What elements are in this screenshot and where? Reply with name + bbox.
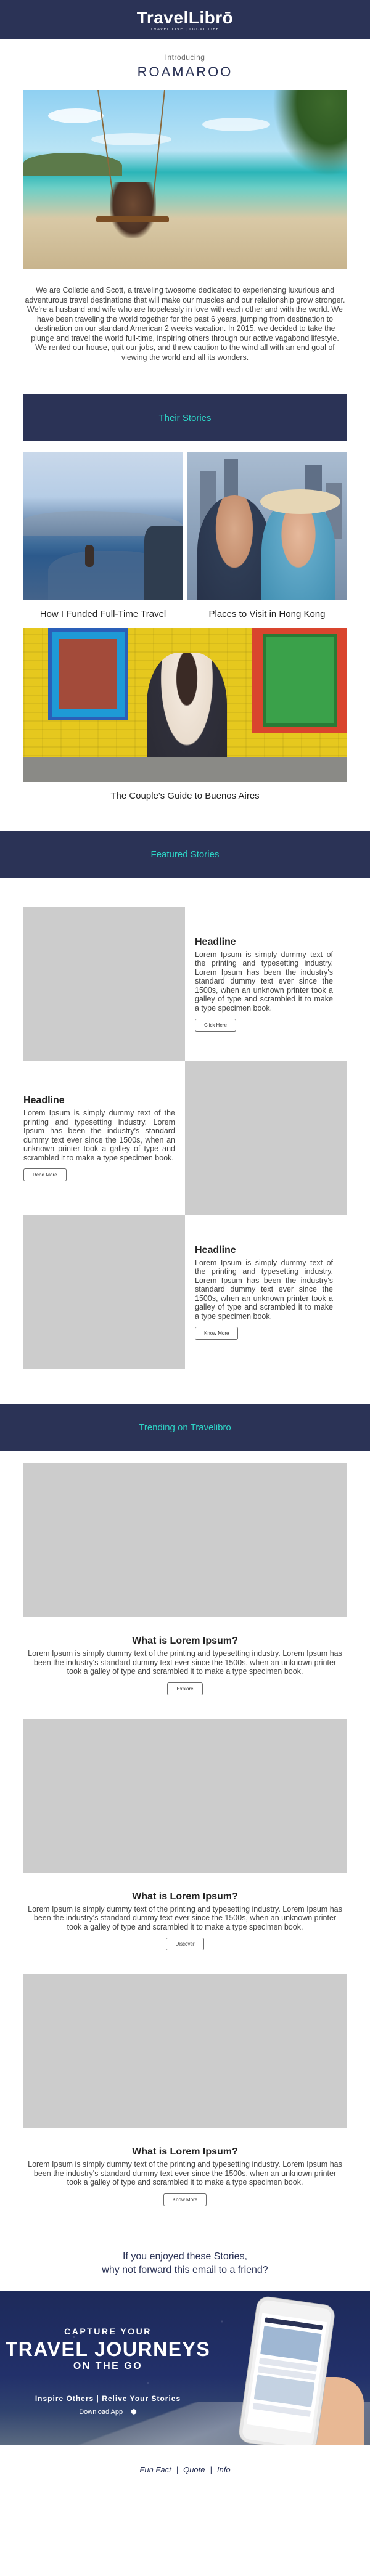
story-title[interactable]: How I Funded Full-Time Travel [23, 600, 183, 619]
header-bar: TravelLibrō TRAVEL LIVE | LOCAL LIFE [0, 0, 370, 39]
trending-title: What is Lorem Ipsum? [132, 2146, 238, 2157]
trending-heading: Trending on Travelibro [139, 1422, 231, 1433]
footer-separator: | [210, 2465, 212, 2474]
story-card[interactable]: How I Funded Full-Time Travel [23, 452, 183, 619]
promo-line-4: Inspire Others | Relive Your Stories [35, 2394, 181, 2403]
featured-image-placeholder[interactable] [23, 1215, 185, 1369]
story-image[interactable] [23, 628, 347, 782]
featured-stories-heading: Featured Stories [150, 849, 220, 860]
fun-fact-link[interactable]: Fun Fact [139, 2465, 171, 2474]
hero-image [23, 90, 347, 269]
footer-links: Fun Fact | Quote | Info [0, 2445, 370, 2495]
featured-image-placeholder[interactable] [23, 907, 185, 1061]
trending-title: What is Lorem Ipsum? [132, 1636, 238, 1646]
featured-body: Lorem Ipsum is simply dummy text of the … [195, 1258, 333, 1321]
share-line-1: If you enjoyed these Stories, [123, 2251, 247, 2262]
featured-stories-banner: Featured Stories [0, 831, 370, 878]
story-title[interactable]: The Couple's Guide to Buenos Aires [23, 782, 347, 801]
featured-headline: Headline [23, 1095, 65, 1106]
intro-label: Introducing [165, 53, 205, 62]
trending-body: Lorem Ipsum is simply dummy text of the … [28, 1649, 342, 1676]
story-image[interactable] [187, 452, 347, 600]
their-stories-grid: How I Funded Full-Time Travel Places to … [23, 452, 347, 801]
info-link[interactable]: Info [217, 2465, 231, 2474]
bio-text: We are Collette and Scott, a traveling t… [25, 286, 345, 362]
share-line-2: why not forward this email to a friend? [102, 2264, 268, 2275]
featured-row: Headline Lorem Ipsum is simply dummy tex… [23, 1061, 347, 1215]
quote-link[interactable]: Quote [183, 2465, 205, 2474]
trending-image-placeholder[interactable] [23, 1718, 347, 1873]
promo-line-1: CAPTURE YOUR [64, 2326, 152, 2336]
click-here-button[interactable]: Click Here [195, 1019, 236, 1032]
promo-line-2: TRAVEL JOURNEYS [5, 2338, 211, 2360]
featured-row: Headline Lorem Ipsum is simply dummy tex… [23, 907, 347, 1061]
logo-wordmark: TravelLibrō [136, 7, 234, 27]
trending-item: What is Lorem Ipsum? Lorem Ipsum is simp… [23, 1463, 347, 1695]
download-app-row[interactable]: Download App ⬢ [0, 2408, 216, 2416]
android-icon[interactable]: ⬢ [131, 2408, 137, 2416]
trending-item: What is Lorem Ipsum? Lorem Ipsum is simp… [23, 1718, 347, 1950]
intro-name: ROAMAROO [137, 64, 233, 79]
featured-body: Lorem Ipsum is simply dummy text of the … [195, 950, 333, 1013]
trending-item: What is Lorem Ipsum? Lorem Ipsum is simp… [23, 1974, 347, 2206]
featured-row: Headline Lorem Ipsum is simply dummy tex… [23, 1215, 347, 1369]
intro-section: Introducing ROAMAROO [0, 39, 370, 80]
know-more-button[interactable]: Know More [195, 1327, 239, 1340]
trending-image-placeholder[interactable] [23, 1463, 347, 1617]
brand-logo[interactable]: TravelLibrō TRAVEL LIVE | LOCAL LIFE [136, 7, 234, 31]
featured-body: Lorem Ipsum is simply dummy text of the … [23, 1109, 175, 1162]
featured-headline: Headline [195, 936, 236, 947]
story-card[interactable]: The Couple's Guide to Buenos Aires [23, 628, 347, 801]
their-stories-banner: Their Stories [23, 394, 347, 441]
promo-line-3: ON THE GO [73, 2360, 143, 2371]
forward-email-prompt: If you enjoyed these Stories, why not fo… [0, 2250, 370, 2277]
email-page: TravelLibrō TRAVEL LIVE | LOCAL LIFE Int… [0, 0, 370, 2576]
explore-button[interactable]: Explore [167, 1682, 203, 1695]
story-title[interactable]: Places to Visit in Hong Kong [187, 600, 347, 619]
footer-separator: | [176, 2465, 179, 2474]
logo-tagline: TRAVEL LIVE | LOCAL LIFE [150, 27, 220, 31]
trending-banner: Trending on Travelibro [0, 1404, 370, 1451]
know-more-button[interactable]: Know More [163, 2193, 207, 2206]
trending-title: What is Lorem Ipsum? [132, 1891, 238, 1902]
trending-body: Lorem Ipsum is simply dummy text of the … [28, 2160, 342, 2187]
featured-headline: Headline [195, 1244, 236, 1255]
story-image[interactable] [23, 452, 183, 600]
trending-body: Lorem Ipsum is simply dummy text of the … [28, 1904, 342, 1931]
their-stories-heading: Their Stories [158, 412, 212, 423]
story-card[interactable]: Places to Visit in Hong Kong [187, 452, 347, 619]
featured-image-placeholder[interactable] [185, 1061, 347, 1215]
download-app-label[interactable]: Download App [79, 2408, 123, 2416]
discover-button[interactable]: Discover [166, 1938, 204, 1950]
app-promo-banner[interactable]: CAPTURE YOUR TRAVEL JOURNEYS ON THE GO I… [0, 2290, 370, 2445]
trending-image-placeholder[interactable] [23, 1974, 347, 2128]
read-more-button[interactable]: Read More [23, 1168, 67, 1181]
